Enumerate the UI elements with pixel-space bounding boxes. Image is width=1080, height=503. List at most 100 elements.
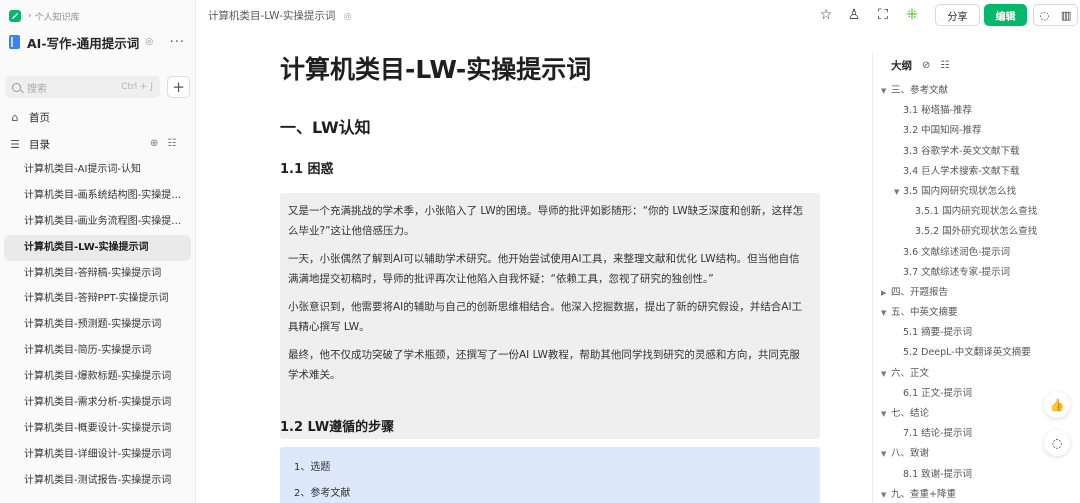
search-input[interactable]: 搜索 Ctrl + J — [5, 76, 160, 98]
outline-item-label: 3.6 文献综述润色-提示词 — [903, 246, 1011, 258]
list-icon[interactable]: ☷ — [940, 60, 949, 71]
edit-button[interactable]: 编辑 — [984, 4, 1027, 26]
toc-tools: ⊕ ☷ — [150, 138, 176, 149]
outline-item-label: 3.3 谷歌学术-英文文献下载 — [903, 145, 1020, 157]
book-icon — [9, 35, 20, 49]
star-icon: ☆ — [819, 7, 833, 23]
add-button[interactable]: + — [167, 76, 190, 98]
outline-item[interactable]: 8.1 致谢-提示词 — [873, 465, 1080, 485]
caret-down-icon[interactable]: ▼ — [881, 364, 886, 384]
caret-right-icon[interactable]: ▶ — [881, 283, 886, 303]
doc-item[interactable]: 计算机类目-详细设计-实操提示词 — [4, 442, 191, 468]
outline-item-label: 3.7 文献综述专家-提示词 — [903, 266, 1011, 278]
heading-section-1-2: 1.2 LW遵循的步骤 — [280, 420, 395, 435]
doc-item[interactable]: 计算机类目-预测题-实操提示词 — [4, 312, 191, 338]
outline-item-label: 7.1 结论-提示词 — [903, 428, 973, 440]
nav-home-label: 首页 — [29, 111, 50, 124]
doc-item[interactable]: 计算机类目-AI提示词-认知 — [4, 157, 191, 183]
doc-list: 计算机类目-AI提示词-认知 计算机类目-画系统结构图-实操提示词 计算机类目-画业… — [4, 157, 191, 494]
add-collaborator-button[interactable]: ♙ — [845, 5, 863, 25]
outline-item-label: 3.2 中国知网-推荐 — [903, 125, 982, 137]
doc-item[interactable]: 计算机类目-答辩稿-实操提示词 — [4, 261, 191, 287]
outline-item-label: 八、致谢 — [891, 448, 930, 460]
steps-block: 1、选题 2、参考文献 — [280, 447, 820, 503]
quote-paragraph: 又是一个充满挑战的学术季，小张陷入了 LW的困境。导师的批评如影随形：“你的 L… — [288, 205, 804, 237]
thumbs-up-icon: 👍 — [1049, 398, 1065, 412]
outline-item[interactable]: 5.2 DeepL-中文翻译英文摘要 — [873, 343, 1080, 363]
app-logo-icon — [9, 10, 21, 22]
outline-item[interactable]: ▼ 3.5 国内网研究现状怎么找 — [873, 182, 1080, 202]
quote-paragraph: 一天，小张偶然了解到AI可以辅助学术研究。他开始尝试使用AI工具，来整理文献和优… — [288, 253, 800, 285]
apps-button[interactable]: ⁜ — [903, 5, 921, 25]
outline-item-label: 3.1 秘塔猫-推荐 — [903, 105, 973, 117]
outline-header: 大纲 ⊘ ☷ — [891, 58, 949, 73]
locate-icon[interactable]: ⊕ — [150, 138, 158, 149]
breadcrumb[interactable]: › 个人知识库 — [9, 9, 80, 23]
caret-down-icon[interactable]: ▼ — [881, 81, 886, 101]
star-button[interactable]: ☆ — [817, 5, 835, 25]
outline-item[interactable]: 3.1 秘塔猫-推荐 — [873, 101, 1080, 121]
collapse-list-icon[interactable]: ☷ — [167, 138, 176, 149]
outline-item[interactable]: 3.6 文献综述润色-提示词 — [873, 243, 1080, 263]
outline-item[interactable]: 5.1 摘要-提示词 — [873, 323, 1080, 343]
outline-item[interactable]: 3.2 中国知网-推荐 — [873, 121, 1080, 141]
present-button[interactable]: ⛶ — [874, 5, 892, 25]
heading-section-1: 一、LW认知 — [280, 118, 371, 137]
breadcrumb-label[interactable]: 个人知识库 — [35, 10, 80, 23]
step-item: 2、参考文献 — [294, 488, 351, 499]
document-body: 计算机类目-LW-实操提示词 一、LW认知 1.1 困惑 又是一个充满挑战的学术… — [280, 48, 820, 503]
app-window: › 个人知识库 AI-写作-通用提示词 ◎ ··· 搜索 Ctrl + J + … — [0, 0, 1080, 503]
caret-down-icon[interactable]: ▼ — [881, 404, 886, 424]
home-icon: ⌂ — [11, 110, 19, 124]
book-title[interactable]: AI-写作-通用提示词 — [27, 33, 139, 52]
outline-item[interactable]: ▶ 四、开题报告 — [873, 283, 1080, 303]
outline-item[interactable]: ▼ 五、中英文摘要 — [873, 303, 1080, 323]
doc-item[interactable]: 计算机类目-简历-实操提示词 — [4, 338, 191, 364]
plus-icon: + — [172, 78, 185, 96]
doc-item[interactable]: 计算机类目-LW-实操提示词 — [4, 234, 191, 261]
outline-item-label: 8.1 致谢-提示词 — [903, 468, 973, 480]
panel-toggle-icon[interactable]: ▥ — [1061, 9, 1071, 22]
outline-item[interactable]: 3.7 文献综述专家-提示词 — [873, 263, 1080, 283]
quote-paragraph: 小张意识到，他需要将AI的辅助与自己的创新思维相结合。他深入挖掘数据，提出了新的… — [288, 301, 803, 333]
caret-down-icon[interactable]: ▼ — [881, 485, 886, 503]
nav-toc[interactable]: ☰ 目录 — [9, 135, 50, 153]
outline-item[interactable]: ▼ 九、查重+降重 — [873, 485, 1080, 503]
more-icon[interactable]: ··· — [170, 35, 185, 50]
caret-down-icon[interactable]: ▼ — [881, 303, 886, 323]
comment-icon[interactable]: ◌ — [1040, 9, 1050, 22]
doc-item[interactable]: 计算机类目-测试报告-实操提示词 — [4, 468, 191, 494]
quote-block: 又是一个充满挑战的学术季，小张陷入了 LW的困境。导师的批评如影随形：“你的 L… — [280, 193, 820, 439]
doc-item[interactable]: 计算机类目-答辩PPT-实操提示词 — [4, 286, 191, 312]
outline-item-label: 5.2 DeepL-中文翻译英文摘要 — [903, 347, 1031, 359]
outline-label: 大纲 — [891, 60, 912, 72]
doc-item[interactable]: 计算机类目-概要设计-实操提示词 — [4, 416, 191, 442]
toc-icon: ☰ — [10, 137, 20, 151]
outline-item[interactable]: 3.3 谷歌学术-英文文献下载 — [873, 142, 1080, 162]
outline-item[interactable]: ▼ 六、正文 — [873, 364, 1080, 384]
outline-item-label: 五、中英文摘要 — [891, 307, 958, 319]
comment-icon: ◌ — [1051, 436, 1063, 450]
apps-icon: ⁜ — [906, 7, 918, 23]
like-button[interactable]: 👍 — [1044, 392, 1070, 418]
doc-item[interactable]: 计算机类目-爆款标题-实操提示词 — [4, 364, 191, 390]
search-icon — [12, 82, 21, 92]
sidebar: › 个人知识库 AI-写作-通用提示词 ◎ ··· 搜索 Ctrl + J + … — [0, 0, 196, 503]
doc-item[interactable]: 计算机类目-需求分析-实操提示词 — [4, 390, 191, 416]
comment-button[interactable]: ◌ — [1044, 430, 1070, 456]
outline-item[interactable]: ▼ 三、参考文献 — [873, 81, 1080, 101]
caret-down-icon[interactable]: ▼ — [881, 444, 886, 464]
outline-item[interactable]: 3.5.2 国外研究现状怎么查找 — [873, 222, 1080, 242]
doc-item[interactable]: 计算机类目-画系统结构图-实操提示词 — [4, 183, 191, 209]
outline-item[interactable]: 3.5.1 国内研究现状怎么查找 — [873, 202, 1080, 222]
doc-item[interactable]: 计算机类目-画业务流程图-实操提示词 — [4, 209, 191, 235]
hide-icon[interactable]: ⊘ — [922, 60, 930, 71]
share-button[interactable]: 分享 — [935, 4, 980, 26]
nav-home[interactable]: ⌂ 首页 — [9, 108, 51, 126]
outline-item[interactable]: 3.4 巨人学术搜索-文献下载 — [873, 162, 1080, 182]
chevron-right-icon: › — [28, 11, 32, 21]
caret-down-icon[interactable]: ▼ — [894, 182, 899, 202]
outline-item-label: 3.5 国内网研究现状怎么找 — [903, 185, 1017, 197]
outline-item-label: 5.1 摘要-提示词 — [903, 327, 973, 339]
book-header[interactable]: AI-写作-通用提示词 ◎ ··· — [9, 33, 185, 51]
